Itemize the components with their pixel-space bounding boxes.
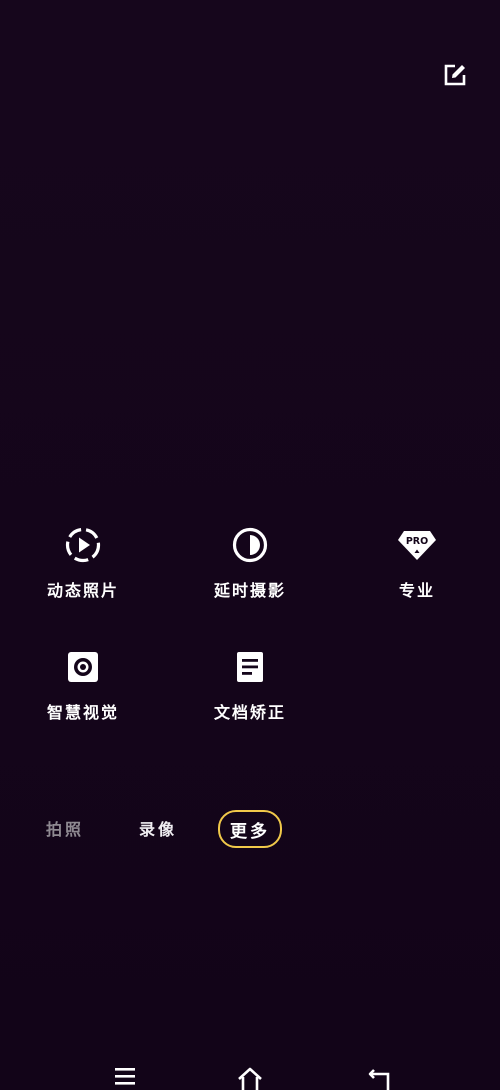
menu-icon bbox=[115, 1068, 135, 1085]
camera-more-modes-screen: 动态照片 延时摄影 PRO 专业 智慧视觉 文档矫正 拍照 录像 更多 bbox=[0, 0, 500, 1090]
mode-pro[interactable]: PRO 专业 bbox=[352, 525, 482, 625]
mode-label: 文档矫正 bbox=[213, 703, 286, 722]
tab-video[interactable]: 录像 bbox=[123, 810, 193, 846]
mode-label: 专业 bbox=[398, 581, 435, 600]
mode-label: 动态照片 bbox=[46, 581, 119, 600]
tab-photo[interactable]: 拍照 bbox=[30, 810, 100, 846]
document-icon bbox=[230, 647, 270, 687]
mode-label: 智慧视觉 bbox=[46, 703, 119, 722]
smart-vision-icon bbox=[63, 647, 103, 687]
pro-badge-text: PRO bbox=[406, 536, 428, 547]
system-navigation-bar bbox=[0, 1060, 500, 1090]
mode-smart-vision[interactable]: 智慧视觉 bbox=[18, 647, 148, 747]
mode-label: 延时摄影 bbox=[213, 581, 286, 600]
tab-more[interactable]: 更多 bbox=[218, 810, 282, 848]
edit-modes-button[interactable] bbox=[440, 60, 470, 90]
mode-live-photo[interactable]: 动态照片 bbox=[18, 525, 148, 625]
menu-button[interactable] bbox=[107, 1066, 143, 1090]
home-button[interactable] bbox=[232, 1066, 268, 1090]
live-photo-icon bbox=[63, 525, 103, 565]
camera-mode-tabs: 拍照 录像 更多 bbox=[0, 808, 500, 852]
mode-timelapse[interactable]: 延时摄影 bbox=[185, 525, 315, 625]
mode-document[interactable]: 文档矫正 bbox=[185, 647, 315, 747]
edit-icon bbox=[444, 64, 466, 86]
home-icon bbox=[238, 1067, 262, 1090]
back-icon bbox=[368, 1069, 390, 1090]
timelapse-icon bbox=[230, 525, 270, 565]
pro-badge-icon: PRO bbox=[397, 525, 437, 565]
back-button[interactable] bbox=[362, 1066, 398, 1090]
